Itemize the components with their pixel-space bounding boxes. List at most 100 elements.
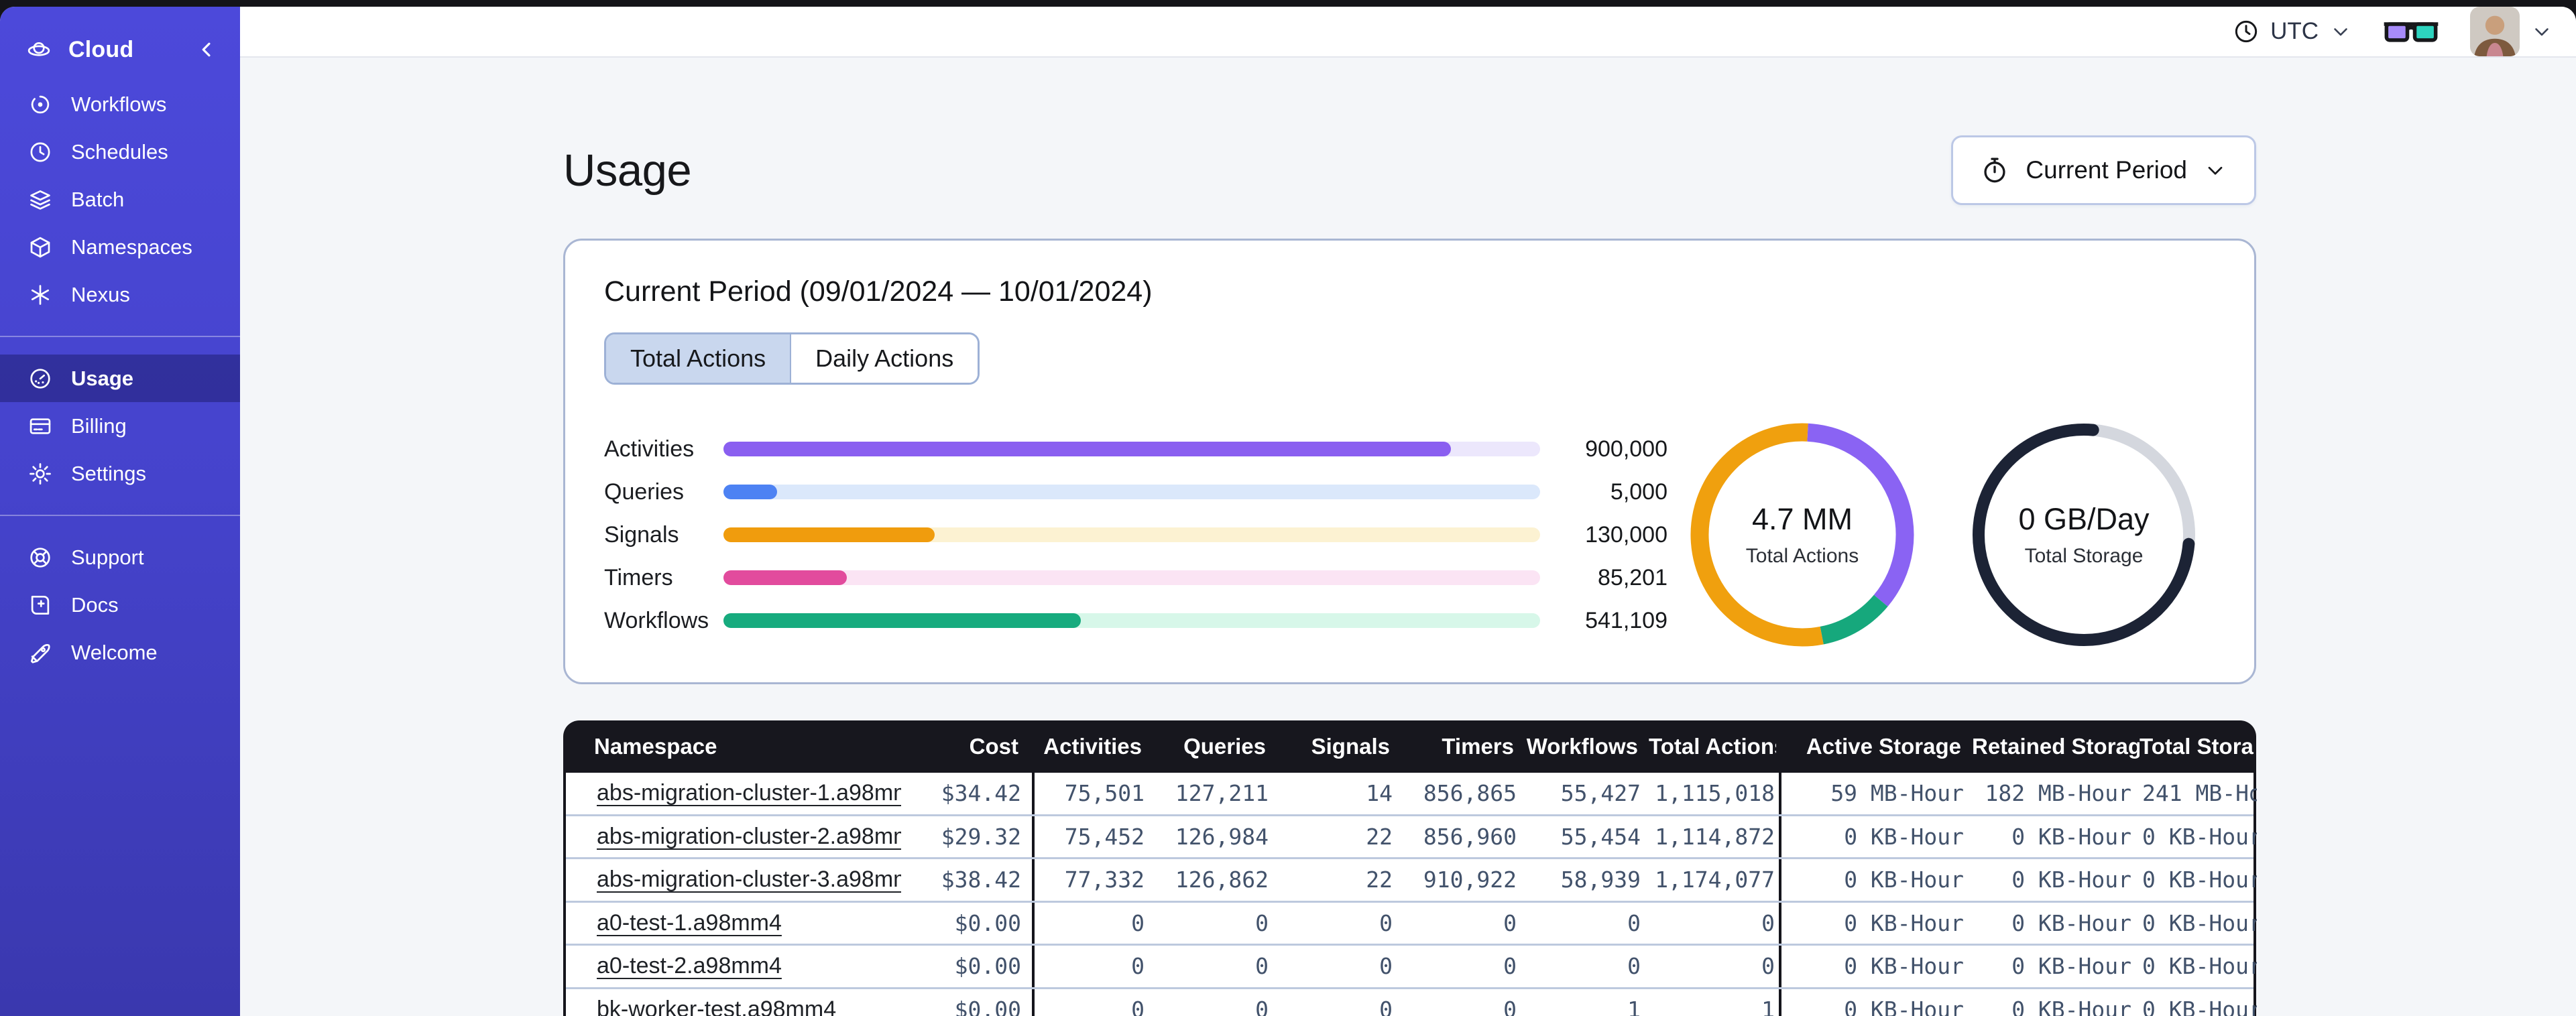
bar-track <box>723 613 1540 628</box>
sidebar-item-label: Nexus <box>71 282 130 306</box>
stopwatch-icon <box>1984 157 2005 183</box>
bar-fill <box>723 485 778 499</box>
period-selector-button[interactable]: Current Period <box>1951 135 2256 205</box>
queries-cell: 0 <box>1255 996 1269 1016</box>
bar-row-signals: Signals 130,000 <box>604 513 1667 556</box>
workflows-cell: 1 <box>1627 996 1641 1016</box>
sidebar-item-label: Workflows <box>71 92 167 116</box>
queries-cell: 126,862 <box>1175 867 1269 893</box>
labs-glasses-toggle[interactable] <box>2382 17 2441 46</box>
activities-cell: 75,452 <box>1032 816 1155 857</box>
tab-daily-actions[interactable]: Daily Actions <box>791 334 978 383</box>
page-title: Usage <box>563 145 692 196</box>
total-storage-cell: 0 KB-Hour <box>2142 996 2257 1016</box>
total-storage-caption: Total Storage <box>2024 545 2144 567</box>
tab-total-actions[interactable]: Total Actions <box>606 334 792 383</box>
active-storage-cell: 0 KB-Hour <box>1779 859 1975 901</box>
table-row: abs-migration-cluster-2.a98mm4 $29.32 75… <box>566 816 2257 859</box>
retained-storage-cell: 0 KB-Hour <box>2011 953 2131 980</box>
support-lifebuoy-icon <box>27 544 54 571</box>
cost-cell: $38.42 <box>941 867 1021 893</box>
total-actions-cell: 1,115,018 <box>1655 780 1775 807</box>
welcome-rocket-icon <box>27 639 54 666</box>
total-actions-value: 4.7 MM <box>1751 502 1853 536</box>
avatar <box>2470 7 2520 56</box>
column-header-queries: Queries <box>1183 734 1266 759</box>
sidebar-item-support[interactable]: Support <box>0 533 240 581</box>
namespace-cell: a0-test-2.a98mm4 <box>566 953 901 979</box>
column-header-namespace: Namespace <box>594 734 717 759</box>
table-row: abs-migration-cluster-3.a98mm4 $38.42 77… <box>566 859 2257 903</box>
table-body: abs-migration-cluster-1.a98mm4 $34.42 75… <box>563 773 2257 1016</box>
sidebar-item-docs[interactable]: Docs <box>0 581 240 629</box>
namespace-link[interactable]: a0-test-1.a98mm4 <box>597 910 782 936</box>
sidebar-collapse-button[interactable] <box>193 36 220 63</box>
retained-storage-cell: 182 MB-Hour <box>1985 780 2131 807</box>
docs-book-icon <box>27 592 54 619</box>
workflows-cell: 55,427 <box>1560 780 1641 807</box>
sidebar-item-label: Support <box>71 545 144 569</box>
sidebar-item-settings[interactable]: Settings <box>0 450 240 497</box>
actions-tab-group: Total Actions Daily Actions <box>604 332 980 385</box>
activities-cell: 0 <box>1032 902 1155 944</box>
sidebar-item-label: Schedules <box>71 139 168 164</box>
namespace-link[interactable]: abs-migration-cluster-1.a98mm4 <box>597 780 901 806</box>
usage-gauge-icon <box>27 365 54 392</box>
timezone-dropdown[interactable]: UTC <box>2233 18 2352 45</box>
total-actions-cell: 1 <box>1761 996 1775 1016</box>
active-storage-cell: 0 KB-Hour <box>1779 989 1975 1016</box>
sidebar-item-schedules[interactable]: Schedules <box>0 128 240 176</box>
column-header-total-storage: Total Storage <box>2140 734 2254 759</box>
app-window: Cloud Workflows Schedules Batch Namespac… <box>0 7 2576 1016</box>
column-header-active-storage: Active Storage <box>1806 734 1961 759</box>
column-header-total-actions: Total Actions <box>1649 734 1776 759</box>
sidebar-item-welcome[interactable]: Welcome <box>0 629 240 676</box>
total-actions-cell: 0 <box>1761 909 1775 936</box>
timers-cell: 0 <box>1503 996 1517 1016</box>
content-area: Usage Current Period Current Period (09/… <box>240 58 2576 1016</box>
workflows-icon <box>27 91 54 118</box>
namespace-link[interactable]: a0-test-2.a98mm4 <box>597 953 782 978</box>
sidebar-divider <box>0 336 240 337</box>
timers-cell: 0 <box>1503 909 1517 936</box>
namespace-link[interactable]: abs-migration-cluster-3.a98mm4 <box>597 867 901 892</box>
column-header-signals: Signals <box>1311 734 1390 759</box>
namespace-cell: bk-worker-test.a98mm4 <box>566 997 901 1016</box>
sidebar-divider <box>0 515 240 516</box>
bar-row-workflows: Workflows 541,109 <box>604 599 1667 642</box>
sidebar-item-nexus[interactable]: Nexus <box>0 271 240 318</box>
namespace-cell: abs-migration-cluster-1.a98mm4 <box>566 780 901 806</box>
timers-cell: 856,865 <box>1423 780 1517 807</box>
sidebar-item-namespaces[interactable]: Namespaces <box>0 223 240 271</box>
timezone-label: UTC <box>2270 18 2319 44</box>
workflows-cell: 55,454 <box>1560 823 1641 850</box>
workflows-cell: 0 <box>1627 909 1641 936</box>
namespace-link[interactable]: bk-worker-test.a98mm4 <box>597 997 836 1016</box>
cost-cell: $34.42 <box>941 780 1021 807</box>
sidebar-item-label: Usage <box>71 366 134 390</box>
cost-cell: $29.32 <box>941 823 1021 850</box>
chevron-down-icon <box>2208 166 2223 175</box>
table-row: a0-test-2.a98mm4 $0.00 0 0 0 0 0 0 0 KB-… <box>566 946 2257 989</box>
total-storage-cell: 0 KB-Hour <box>2142 823 2257 850</box>
account-menu[interactable] <box>2470 7 2553 56</box>
sidebar-item-usage[interactable]: Usage <box>0 355 240 402</box>
sidebar-item-workflows[interactable]: Workflows <box>0 80 240 128</box>
namespace-link[interactable]: abs-migration-cluster-2.a98mm4 <box>597 824 901 849</box>
topbar: UTC <box>240 7 2576 58</box>
namespace-cell: abs-migration-cluster-2.a98mm4 <box>566 824 901 850</box>
bar-track <box>723 442 1540 456</box>
timers-cell: 856,960 <box>1423 823 1517 850</box>
bar-fill <box>723 613 1081 628</box>
retained-storage-cell: 0 KB-Hour <box>2011 867 2131 893</box>
activities-cell: 0 <box>1032 946 1155 987</box>
bar-row-timers: Timers 85,201 <box>604 556 1667 599</box>
table-row: bk-worker-test.a98mm4 $0.00 0 0 0 0 1 1 … <box>566 989 2257 1016</box>
settings-gear-icon <box>27 460 54 487</box>
table-row: a0-test-1.a98mm4 $0.00 0 0 0 0 0 0 0 KB-… <box>566 902 2257 946</box>
sidebar-item-billing[interactable]: Billing <box>0 402 240 450</box>
schedules-icon <box>27 139 54 166</box>
namespace-usage-table: Namespace Cost Activities Queries Signal… <box>563 720 2257 1016</box>
bar-label: Signals <box>604 521 679 548</box>
sidebar-item-batch[interactable]: Batch <box>0 176 240 223</box>
